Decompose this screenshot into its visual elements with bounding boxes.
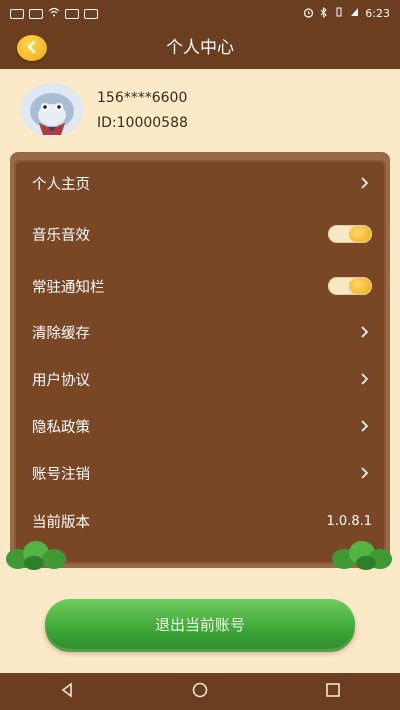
settings-item-label: 清除缓存: [32, 325, 90, 342]
signal-icon: [29, 8, 43, 19]
chevron-right-icon: [358, 176, 372, 190]
status-icons-left: [10, 7, 98, 20]
cartoon-character-icon: [30, 93, 74, 135]
avatar[interactable]: [21, 83, 83, 137]
chevron-right-icon: [358, 466, 372, 480]
logout-button[interactable]: 退出当前账号: [45, 599, 355, 649]
leaf-decoration-icon: [330, 537, 396, 577]
settings-item-label: 账号注销: [32, 466, 90, 483]
battery-icon: [350, 7, 359, 20]
chevron-right-icon: [358, 372, 372, 386]
settings-item-user-agreement[interactable]: 用户协议: [14, 359, 386, 399]
notification-icon: [10, 8, 24, 19]
wifi-icon: [48, 7, 60, 20]
settings-item-privacy-policy[interactable]: 隐私政策: [14, 406, 386, 446]
settings-item-clear-cache[interactable]: 清除缓存: [14, 312, 386, 352]
toggle-knob: [349, 278, 371, 294]
header-bar: 个人中心: [0, 27, 400, 69]
settings-item-music: 音乐音效: [14, 214, 386, 254]
notification-toggle[interactable]: [328, 277, 372, 295]
system-navigation-bar: [0, 673, 400, 710]
settings-item-homepage[interactable]: 个人主页: [14, 163, 386, 203]
settings-item-label: 常驻通知栏: [32, 279, 105, 296]
alarm-icon: [303, 7, 314, 21]
page-title: 个人中心: [166, 38, 234, 58]
vibrate-icon: [334, 7, 344, 20]
settings-item-label: 个人主页: [32, 176, 90, 193]
bluetooth-icon: [320, 6, 328, 21]
user-phone: 156****6600: [97, 90, 188, 106]
settings-item-notification: 常驻通知栏: [14, 266, 386, 306]
status-bar: 6:23: [0, 0, 400, 27]
settings-item-label: 用户协议: [32, 372, 90, 389]
home-circle-icon[interactable]: [192, 682, 208, 702]
chevron-right-icon: [358, 325, 372, 339]
version-value: 1.0.8.1: [326, 513, 372, 529]
clock-time: 6:23: [365, 7, 390, 20]
leaf-decoration-icon: [4, 537, 70, 577]
settings-item-label: 隐私政策: [32, 419, 90, 436]
toggle-knob: [349, 226, 371, 242]
settings-item-label: 音乐音效: [32, 227, 90, 244]
user-id: ID:10000588: [97, 115, 188, 131]
status-icons-right: 6:23: [303, 6, 390, 21]
music-toggle[interactable]: [328, 225, 372, 243]
recents-square-icon[interactable]: [325, 682, 341, 702]
settings-item-version: 当前版本 1.0.8.1: [14, 501, 386, 541]
chevron-right-icon: [358, 419, 372, 433]
settings-panel: 个人主页 音乐音效 常驻通知栏 清除缓存 用户协议 隐私政策 账号注销 当前版本…: [14, 160, 386, 564]
settings-item-delete-account[interactable]: 账号注销: [14, 453, 386, 493]
settings-item-label: 当前版本: [32, 514, 90, 531]
app-notification-icon: [65, 8, 79, 19]
back-triangle-icon[interactable]: [59, 681, 75, 702]
app-notification-icon: [84, 8, 98, 19]
